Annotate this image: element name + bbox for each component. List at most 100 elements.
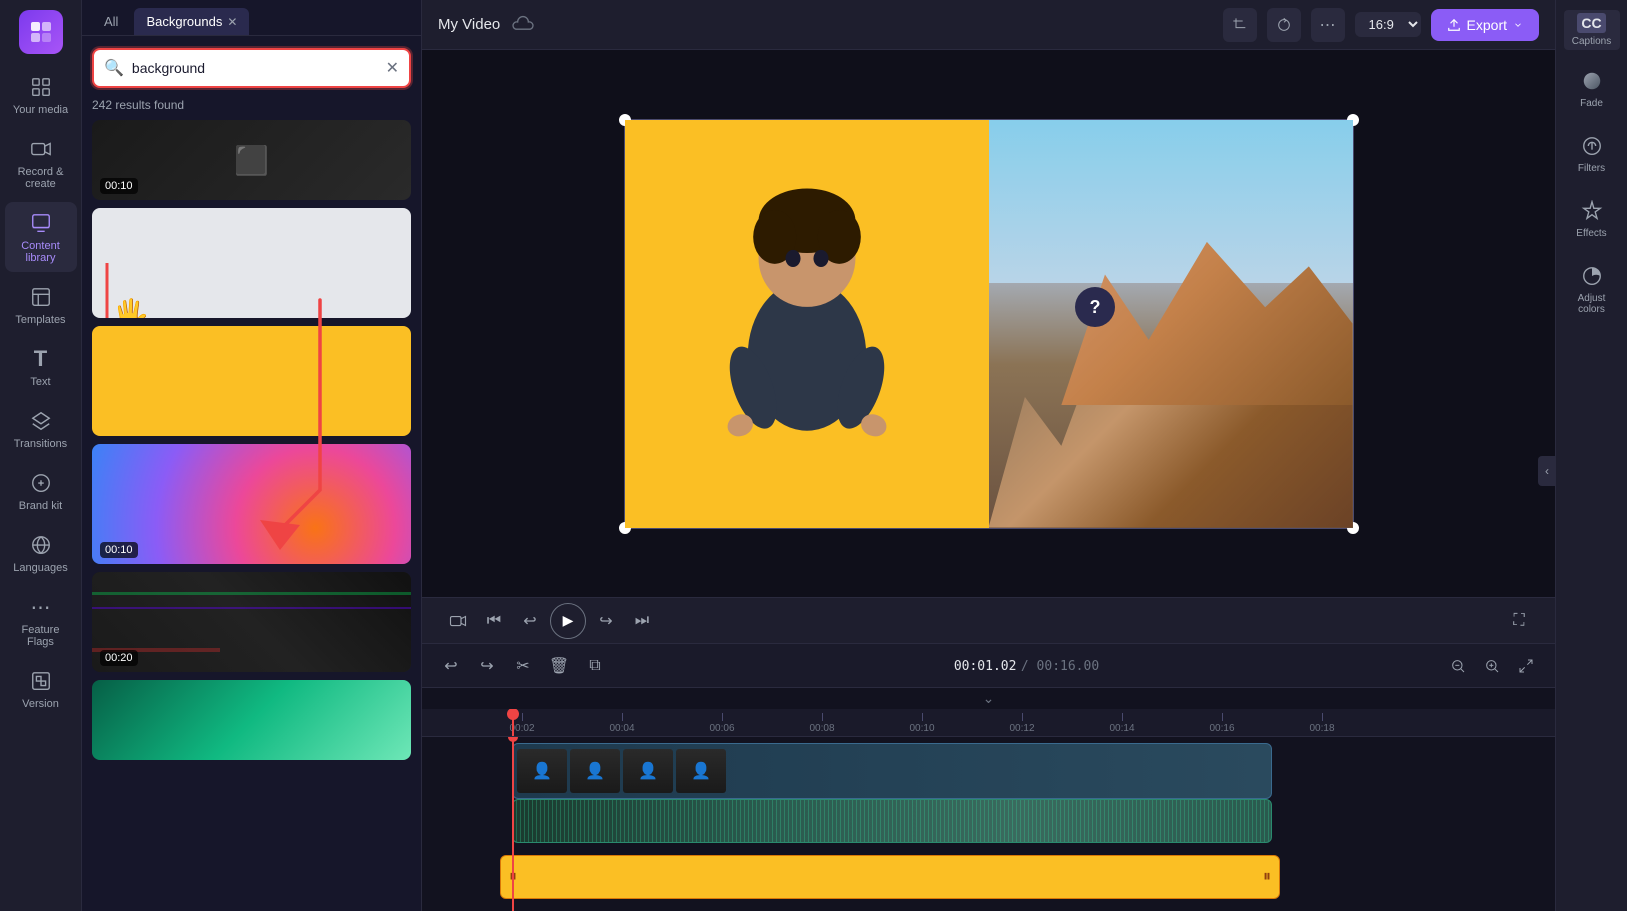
- sidebar-label: Contentlibrary: [21, 240, 60, 264]
- tab-close-btn[interactable]: ✕: [227, 15, 237, 29]
- search-input[interactable]: [132, 60, 378, 76]
- yellow-track[interactable]: ⏸ ⏸: [500, 855, 1280, 899]
- record-create-icon: [28, 136, 54, 162]
- timeline-tools: ↩ ↪ ✂ 🗑 ⧉: [436, 651, 610, 681]
- track-pause-left-btn[interactable]: ⏸: [509, 868, 517, 886]
- total-time: 00:16.00: [1037, 659, 1100, 674]
- effects-label: Effects: [1576, 228, 1606, 239]
- media-item-gradient[interactable]: 00:10: [92, 444, 411, 564]
- search-clear-btn[interactable]: ✕: [386, 58, 399, 78]
- sidebar-item-version[interactable]: Version: [5, 660, 77, 718]
- yellow-bg-preview: [92, 326, 411, 436]
- timeline-ruler: 00:02 00:04 00:06 00:08 00:10 00:12 00:1…: [422, 709, 1555, 737]
- delete-btn[interactable]: 🗑: [544, 651, 574, 681]
- sidebar-label: Templates: [15, 314, 65, 326]
- media-item-glitch[interactable]: 00:20: [92, 572, 411, 672]
- text-icon: T: [28, 346, 54, 372]
- rewind-btn[interactable]: ↩: [514, 605, 546, 637]
- tab-all[interactable]: All: [92, 8, 130, 35]
- sidebar-item-content-library[interactable]: Contentlibrary: [5, 202, 77, 272]
- sidebar-item-record-create[interactable]: Record &create: [5, 128, 77, 198]
- crop-btn[interactable]: [1223, 8, 1257, 42]
- audio-track-row: [472, 799, 1555, 849]
- ruler-mark-7: 00:16: [1172, 713, 1272, 734]
- rp-fade[interactable]: Fade: [1560, 58, 1624, 119]
- skip-end-btn[interactable]: ⏭: [626, 605, 658, 637]
- help-btn[interactable]: ?: [1075, 287, 1115, 327]
- audio-waveform: [513, 800, 1271, 842]
- skip-back-btn[interactable]: ⏮: [478, 605, 510, 637]
- sidebar-item-feature-flags[interactable]: ⋯ FeatureFlags: [5, 586, 77, 656]
- rp-filters[interactable]: Filters: [1560, 123, 1624, 184]
- right-panel: CC Captions Fade Filters Effects Adjustc…: [1555, 0, 1627, 911]
- cut-btn[interactable]: ✂: [508, 651, 538, 681]
- effects-icon: [1579, 198, 1605, 224]
- sidebar-item-your-media[interactable]: Your media: [5, 66, 77, 124]
- rotate-btn[interactable]: [1267, 8, 1301, 42]
- topbar-left: My Video: [438, 13, 534, 36]
- video-track[interactable]: 👤 👤 👤 👤: [512, 743, 1272, 799]
- version-icon: [28, 668, 54, 694]
- video-left-panel: [625, 120, 989, 528]
- thumb-2: 👤: [570, 749, 620, 793]
- sidebar-item-text[interactable]: T Text: [5, 338, 77, 396]
- sidebar-item-languages[interactable]: Languages: [5, 524, 77, 582]
- zoom-out-btn[interactable]: [1443, 651, 1473, 681]
- ruler-mark-3: 00:08: [772, 713, 872, 734]
- duplicate-btn[interactable]: ⧉: [580, 651, 610, 681]
- sidebar-label: Brand kit: [19, 500, 62, 512]
- timeline-chevron[interactable]: ⌄: [422, 688, 1555, 709]
- duration-badge: 00:10: [100, 178, 138, 194]
- camera-ctrl-btn[interactable]: [442, 605, 474, 637]
- export-btn[interactable]: Export: [1431, 9, 1539, 41]
- filters-icon: [1579, 133, 1605, 159]
- duration-badge: 00:20: [100, 650, 138, 666]
- gradient-bg-preview: 00:10: [92, 444, 411, 564]
- timeline-tracks: 👤 👤 👤 👤: [422, 737, 1555, 911]
- media-item-yellow[interactable]: [92, 326, 411, 436]
- ruler-mark-4: 00:10: [872, 713, 972, 734]
- app-logo[interactable]: [19, 10, 63, 54]
- rp-effects[interactable]: Effects: [1560, 188, 1624, 249]
- undo-btn[interactable]: ↩: [436, 651, 466, 681]
- sidebar-label: Text: [30, 376, 50, 388]
- duration-badge: 00:10: [100, 542, 138, 558]
- cursor-hand: 🖐: [112, 298, 149, 318]
- yellow-track-row: ⏸ ⏸: [472, 855, 1555, 905]
- sidebar-item-templates[interactable]: Templates: [5, 276, 77, 334]
- media-item-dark[interactable]: ⬛ 00:10: [92, 120, 411, 200]
- panel-collapse-btn[interactable]: ‹: [1538, 456, 1556, 486]
- playback-controls: ⏮ ↩ ▶ ↪ ⏭ ⛶: [422, 597, 1555, 643]
- tab-backgrounds[interactable]: Backgrounds ✕: [134, 8, 249, 35]
- zoom-in-btn[interactable]: [1477, 651, 1507, 681]
- sidebar-label: Transitions: [14, 438, 67, 450]
- forward-btn[interactable]: ↪: [590, 605, 622, 637]
- redo-btn[interactable]: ↪: [472, 651, 502, 681]
- sidebar-label: Your media: [13, 104, 68, 116]
- fit-timeline-btn[interactable]: [1511, 651, 1541, 681]
- transitions-icon: [28, 408, 54, 434]
- captions-badge[interactable]: CC Captions: [1564, 10, 1620, 50]
- sidebar-item-transitions[interactable]: Transitions: [5, 400, 77, 458]
- timeline-area: ↩ ↪ ✂ 🗑 ⧉ 00:01.02 / 00:16.00: [422, 643, 1555, 911]
- thumb-figure-2: 👤: [570, 749, 620, 793]
- aspect-ratio-select[interactable]: 16:9: [1355, 12, 1421, 37]
- track-pause-right-btn[interactable]: ⏸: [1263, 868, 1271, 886]
- cloud-save-icon[interactable]: [512, 13, 534, 36]
- rp-adjust-colors[interactable]: Adjustcolors: [1560, 253, 1624, 325]
- ruler-mark-0: 00:02: [472, 713, 572, 734]
- adjust-colors-label: Adjustcolors: [1578, 293, 1606, 315]
- media-item-white[interactable]: 🖐: [92, 208, 411, 318]
- media-item-green[interactable]: [92, 680, 411, 760]
- timeline-playhead[interactable]: [512, 709, 514, 736]
- more-options-btn[interactable]: ⋯: [1311, 8, 1345, 42]
- time-separator: /: [1021, 659, 1037, 674]
- content-library-icon: [28, 210, 54, 236]
- play-btn[interactable]: ▶: [550, 603, 586, 639]
- audio-track[interactable]: [512, 799, 1272, 843]
- fullscreen-btn[interactable]: ⛶: [1503, 605, 1535, 637]
- sidebar-item-brand-kit[interactable]: Brand kit: [5, 462, 77, 520]
- left-sidebar: Your media Record &create Contentlibrary…: [0, 0, 82, 911]
- green-bg-preview: [92, 680, 411, 760]
- topbar: My Video ⋯ 16:9 Export: [422, 0, 1555, 50]
